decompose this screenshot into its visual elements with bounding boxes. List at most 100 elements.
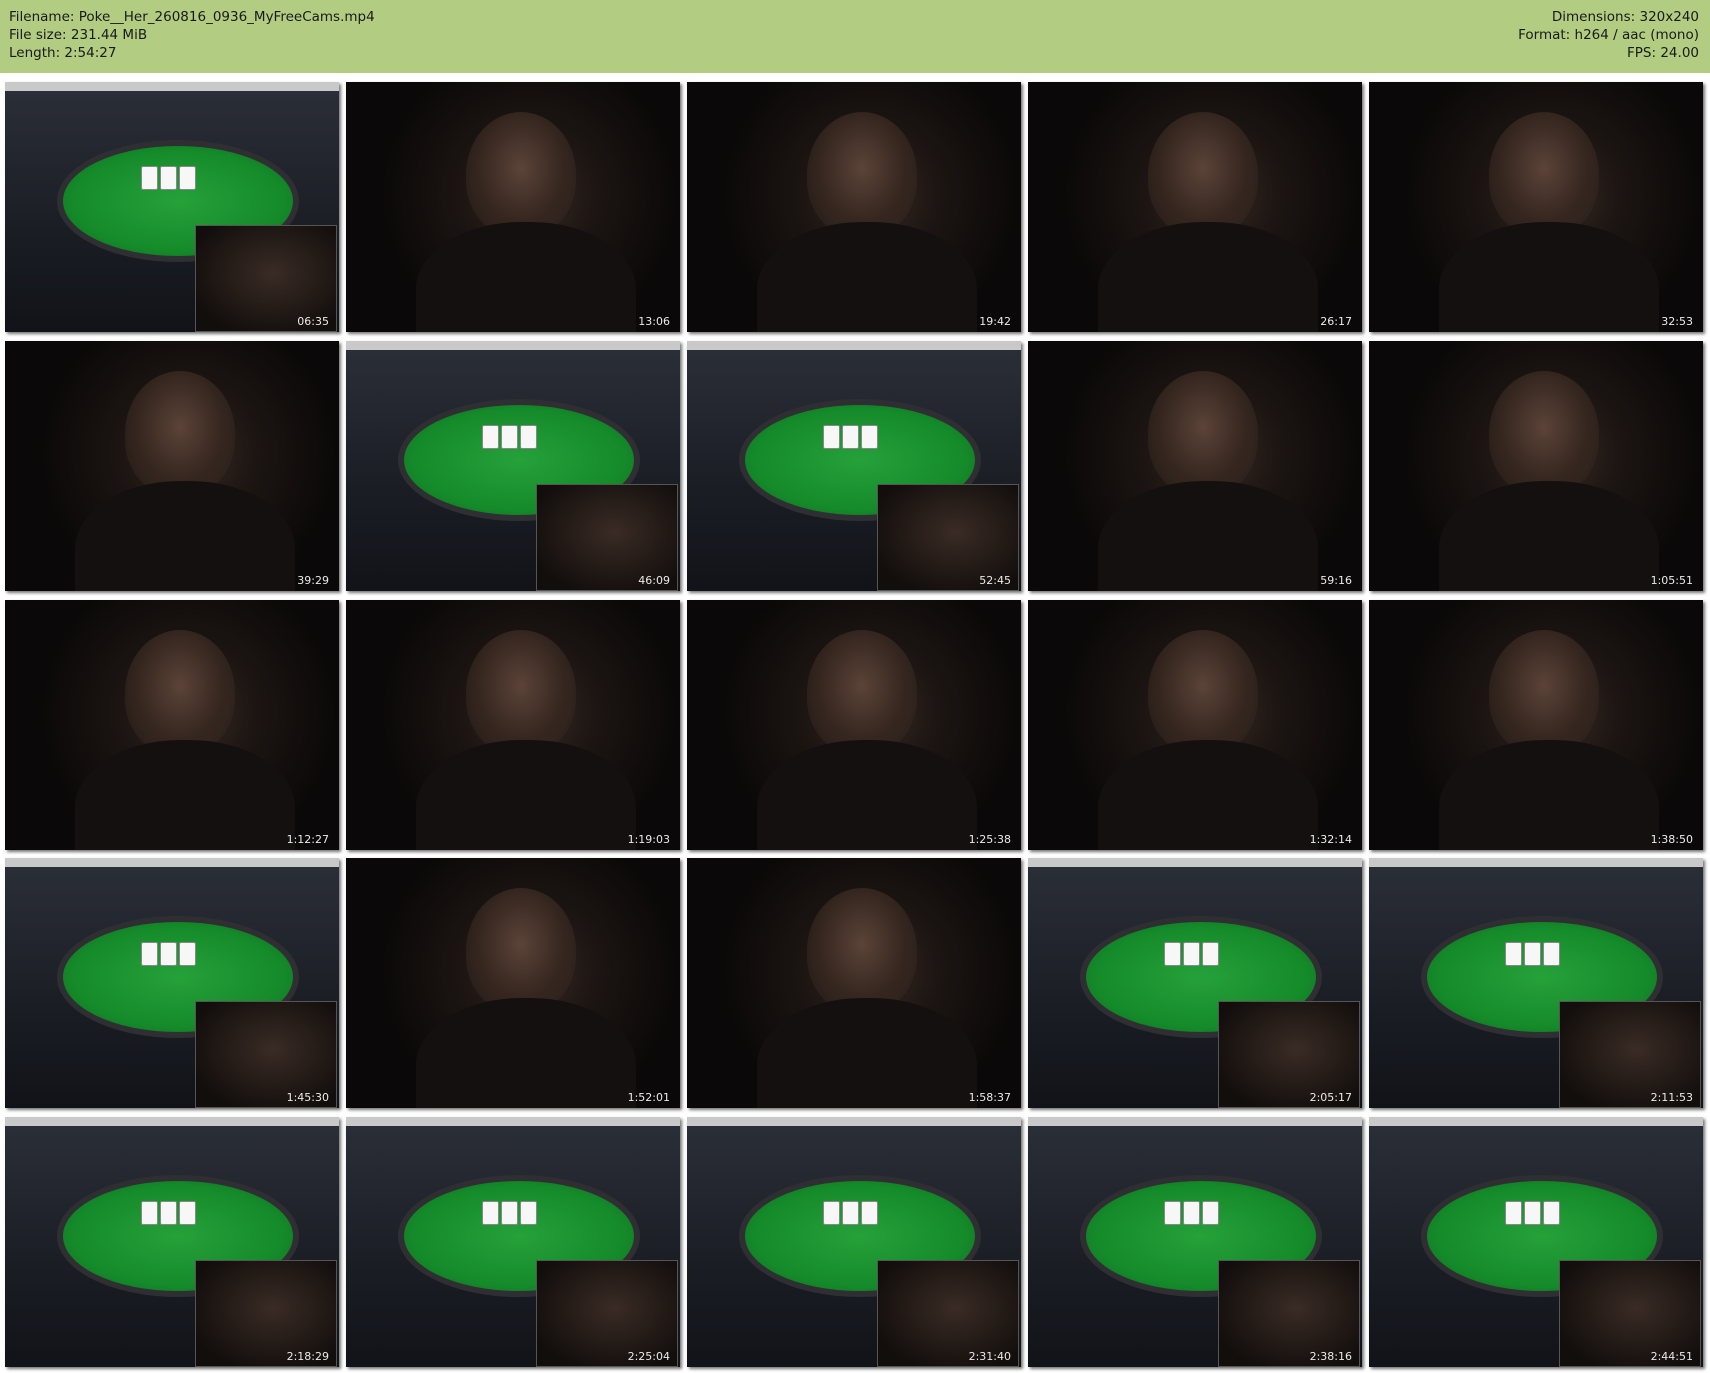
thumbnail-timestamp: 1:19:03 (627, 833, 670, 846)
person-torso (416, 998, 636, 1108)
window-title-bar (346, 341, 680, 350)
playing-card-icon (179, 166, 196, 190)
video-thumbnail[interactable]: 59:16 (1028, 341, 1362, 591)
info-header: Filename: Poke__Her_260816_0936_MyFreeCa… (0, 0, 1710, 73)
video-thumbnail[interactable]: 19:42 (687, 82, 1021, 332)
playing-card-icon (1524, 1201, 1541, 1225)
thumbnail-timestamp: 59:16 (1320, 574, 1352, 587)
thumbnail-timestamp: 32:53 (1661, 315, 1693, 328)
playing-card-icon (501, 1201, 518, 1225)
person-torso (416, 222, 636, 332)
thumbnail-timestamp: 1:45:30 (286, 1091, 329, 1104)
person-face (807, 888, 917, 1013)
person-face (1148, 630, 1258, 755)
poker-client-frame (346, 1117, 680, 1367)
video-thumbnail[interactable]: 1:25:38 (687, 600, 1021, 850)
video-thumbnail[interactable]: 1:52:01 (346, 858, 680, 1108)
webcam-frame (346, 858, 680, 1108)
video-thumbnail[interactable]: 2:38:16 (1028, 1117, 1362, 1367)
video-thumbnail[interactable]: 2:05:17 (1028, 858, 1362, 1108)
video-thumbnail[interactable]: 2:44:51 (1369, 1117, 1703, 1367)
playing-card-icon (179, 1201, 196, 1225)
window-title-bar (5, 82, 339, 91)
playing-card-icon (1543, 942, 1560, 966)
playing-card-icon (861, 1201, 878, 1225)
video-thumbnail[interactable]: 2:11:53 (1369, 858, 1703, 1108)
thumbnail-timestamp: 2:25:04 (627, 1350, 670, 1363)
person-face (466, 630, 576, 755)
person-torso (757, 998, 977, 1108)
community-cards (823, 425, 880, 451)
webcam-frame (346, 600, 680, 850)
community-cards (1505, 942, 1562, 968)
person-torso (1098, 481, 1318, 591)
thumbnail-timestamp: 1:05:51 (1650, 574, 1693, 587)
playing-card-icon (1543, 1201, 1560, 1225)
filesize-text: File size: 231.44 MiB (9, 27, 148, 43)
person-face (1148, 112, 1258, 237)
community-cards (141, 1201, 198, 1227)
playing-card-icon (823, 1201, 840, 1225)
person-face (125, 630, 235, 755)
video-thumbnail[interactable]: 2:18:29 (5, 1117, 339, 1367)
poker-client-frame (1369, 1117, 1703, 1367)
video-thumbnail[interactable]: 1:45:30 (5, 858, 339, 1108)
thumbnail-timestamp: 1:52:01 (627, 1091, 670, 1104)
playing-card-icon (141, 1201, 158, 1225)
poker-client-frame (5, 1117, 339, 1367)
community-cards (1164, 1201, 1221, 1227)
window-title-bar (1028, 1117, 1362, 1126)
webcam-frame (687, 858, 1021, 1108)
thumbnail-timestamp: 06:35 (297, 315, 329, 328)
playing-card-icon (482, 425, 499, 449)
person-torso (1439, 740, 1659, 850)
person-torso (757, 222, 977, 332)
webcam-frame (687, 82, 1021, 332)
thumbnail-timestamp: 1:58:37 (968, 1091, 1011, 1104)
video-thumbnail[interactable]: 1:05:51 (1369, 341, 1703, 591)
webcam-frame (1369, 82, 1703, 332)
person-torso (75, 740, 295, 850)
video-thumbnail[interactable]: 1:19:03 (346, 600, 680, 850)
person-torso (1439, 481, 1659, 591)
thumbnail-grid: 06:35 13:06 19:42 26:17 32:53 39:29 46:09 52:45… (0, 82, 1710, 1373)
person-face (125, 371, 235, 496)
thumbnail-timestamp: 2:38:16 (1309, 1350, 1352, 1363)
video-thumbnail[interactable]: 1:32:14 (1028, 600, 1362, 850)
webcam-frame (5, 341, 339, 591)
playing-card-icon (1202, 942, 1219, 966)
playing-card-icon (141, 166, 158, 190)
video-thumbnail[interactable]: 2:31:40 (687, 1117, 1021, 1367)
video-thumbnail[interactable]: 39:29 (5, 341, 339, 591)
video-thumbnail[interactable]: 13:06 (346, 82, 680, 332)
video-thumbnail[interactable]: 06:35 (5, 82, 339, 332)
community-cards (1164, 942, 1221, 968)
webcam-frame (1028, 341, 1362, 591)
video-thumbnail[interactable]: 46:09 (346, 341, 680, 591)
video-thumbnail[interactable]: 1:38:50 (1369, 600, 1703, 850)
person-face (807, 112, 917, 237)
webcam-frame (5, 600, 339, 850)
playing-card-icon (1164, 942, 1181, 966)
poker-client-frame (346, 341, 680, 591)
person-torso (1098, 740, 1318, 850)
video-thumbnail[interactable]: 52:45 (687, 341, 1021, 591)
window-title-bar (5, 858, 339, 867)
webcam-frame (1369, 600, 1703, 850)
poker-client-frame (5, 858, 339, 1108)
video-thumbnail[interactable]: 1:58:37 (687, 858, 1021, 1108)
poker-client-frame (1028, 858, 1362, 1108)
thumbnail-timestamp: 2:44:51 (1650, 1350, 1693, 1363)
person-face (1489, 630, 1599, 755)
playing-card-icon (842, 1201, 859, 1225)
thumbnail-timestamp: 1:32:14 (1309, 833, 1352, 846)
thumbnail-timestamp: 2:31:40 (968, 1350, 1011, 1363)
video-thumbnail[interactable]: 32:53 (1369, 82, 1703, 332)
video-thumbnail[interactable]: 2:25:04 (346, 1117, 680, 1367)
poker-client-frame (1369, 858, 1703, 1108)
window-title-bar (687, 1117, 1021, 1126)
person-face (466, 112, 576, 237)
video-thumbnail[interactable]: 1:12:27 (5, 600, 339, 850)
window-title-bar (346, 1117, 680, 1126)
video-thumbnail[interactable]: 26:17 (1028, 82, 1362, 332)
